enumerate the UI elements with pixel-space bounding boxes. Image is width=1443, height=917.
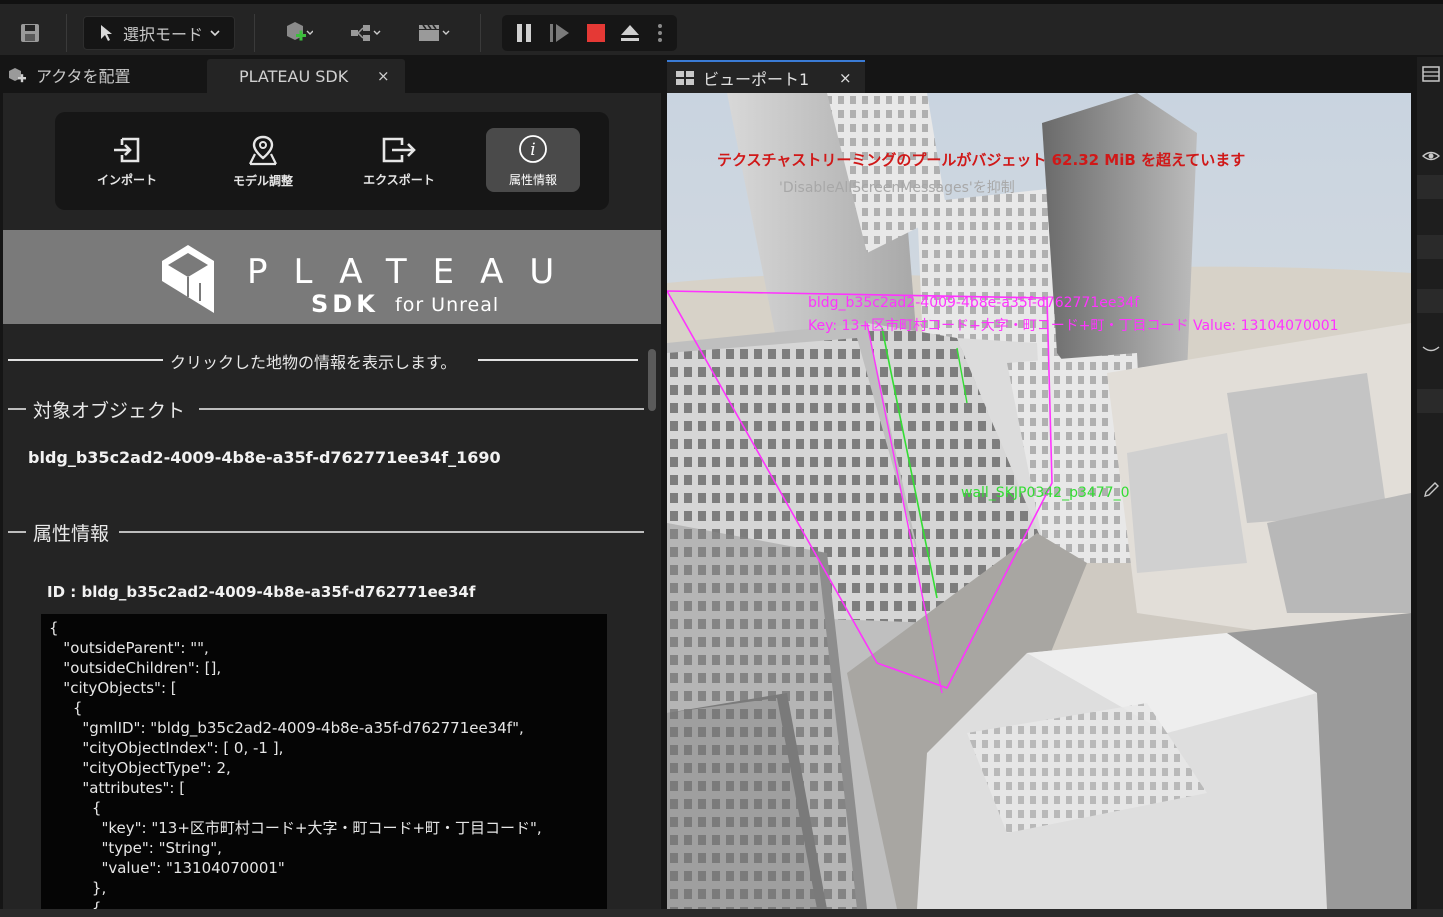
plateau-logo-icon [162,245,214,313]
clapperboard-icon [419,24,450,41]
outliner-row[interactable] [1417,389,1443,413]
tab-place-actors[interactable]: アクタを配置 [6,57,131,93]
hint-text: クリックした地物の情報を表示します。 [170,353,457,372]
attributes-json-text: { "outsideParent": "", "outsideChildren"… [49,619,542,910]
import-icon [114,137,140,162]
add-cube-icon [287,22,313,41]
toolbar-separator [254,14,255,52]
selection-mode-dropdown[interactable]: 選択モード [83,16,235,50]
export-mode-button[interactable]: エクスポート [352,128,446,194]
for-unreal-text: for Unreal [395,294,500,316]
sdk-mode-bar: インポート モデル調整 エクスポート i 属性情報 [55,112,609,210]
step-forward-icon [550,24,569,42]
eject-icon [621,25,639,41]
hint-divider-left [8,359,163,361]
outliner-row[interactable] [1417,289,1443,313]
outliner-row[interactable] [1417,175,1443,199]
info-icon: i [519,134,547,163]
texture-streaming-warning: テクスチャストリーミングのプールがバジェット 62.32 MiB を超えています [717,151,1246,169]
toolbar-separator [66,14,67,52]
target-object-name: bldg_b35c2ad2-4009-4b8e-a35f-d762771ee34… [28,448,501,467]
tab-viewport1-label: ビューポート1 [703,69,810,89]
close-icon[interactable]: × [839,69,852,87]
map-pin-icon [249,135,277,165]
main-toolbar: 選択モード [0,0,1443,55]
right-side-strip [1417,57,1443,910]
section-divider [8,531,26,533]
save-icon [21,24,39,42]
tab-viewport1[interactable]: ビューポート1 × [667,60,865,93]
section-divider [8,408,26,410]
plateau-banner: PLATEAU SDK for Unreal [3,230,661,324]
viewport-layout-icon [676,71,694,85]
visibility-off-icon[interactable] [1422,345,1440,355]
cinematics-button[interactable] [408,16,460,50]
eye-icon[interactable] [1422,149,1440,163]
section-divider [199,408,644,410]
plateau-sdk-panel: インポート モデル調整 エクスポート i 属性情報 PLATEAU SDK fo… [3,93,661,910]
save-button[interactable] [12,16,48,50]
suppress-messages-hint: 'DisableAllScreenMessages'を抑制 [779,180,1015,196]
cursor-icon [100,25,112,41]
wall-id-label: wall_SKJP0342_p3477_0 [961,485,1130,501]
pause-button[interactable] [508,18,540,48]
model-adjust-mode-button[interactable]: モデル調整 [216,128,310,194]
pause-icon [517,24,531,42]
panel-menu-icon[interactable] [1421,65,1441,83]
right-building [1227,373,1387,523]
stop-button[interactable] [580,18,612,48]
place-actor-icon [9,68,26,83]
bottom-status-bar [0,909,1443,917]
add-actor-button[interactable] [272,16,324,50]
building-attribute-label: Key: 13+区市町村コード+大字・町コード+町・丁目コード Value: 1… [808,318,1339,334]
close-icon[interactable]: × [377,67,390,85]
object-id-label: ID : bldg_b35c2ad2-4009-4b8e-a35f-d76277… [47,583,476,601]
section-divider [119,531,644,533]
export-icon [382,137,416,162]
attributes-mode-button[interactable]: i 属性情報 [486,128,580,192]
viewport-tab-bar: ビューポート1 × [662,57,1418,93]
dark-tower-building [1042,93,1197,393]
city-scene [667,93,1411,909]
building-id-label: bldg_b35c2ad2-4009-4b8e-a35f-d762771ee34… [808,295,1140,311]
panel-scrollbar[interactable] [648,349,656,411]
stop-icon [587,24,605,42]
sdk-text: SDK [311,290,379,318]
hint-divider-right [478,359,638,361]
plateau-brand-text: PLATEAU [247,252,581,292]
selection-mode-label: 選択モード [122,25,203,44]
tab-place-actors-label: アクタを配置 [36,67,131,86]
import-mode-button[interactable]: インポート [80,128,174,194]
blueprint-button[interactable] [340,16,392,50]
blueprint-icon [351,25,381,41]
step-forward-button[interactable] [544,18,576,48]
right-building [1127,433,1247,573]
edit-pencil-icon[interactable] [1422,481,1440,499]
model-adjust-mode-label: モデル調整 [232,173,293,188]
target-object-heading: 対象オブジェクト [33,400,186,422]
kebab-menu-icon [658,24,662,42]
outliner-row[interactable] [1417,235,1443,259]
toolbar-separator [480,14,481,52]
chevron-down-icon [210,30,220,37]
eject-button[interactable] [614,18,646,48]
attributes-json-view[interactable]: { "outsideParent": "", "outsideChildren"… [41,614,607,910]
tab-plateau-sdk[interactable]: PLATEAU SDK × [207,59,405,93]
svg-text:i: i [530,140,535,160]
import-mode-label: インポート [96,172,157,187]
more-options-button[interactable] [650,18,670,48]
left-tab-bar: アクタを配置 PLATEAU SDK × [0,57,662,93]
level-viewport[interactable]: テクスチャストリーミングのプールがバジェット 62.32 MiB を超えています… [667,93,1411,909]
attributes-mode-label: 属性情報 [508,172,557,187]
attributes-heading: 属性情報 [33,523,110,545]
export-mode-label: エクスポート [363,172,435,187]
tab-plateau-sdk-label: PLATEAU SDK [239,66,349,86]
playback-controls [502,15,677,51]
